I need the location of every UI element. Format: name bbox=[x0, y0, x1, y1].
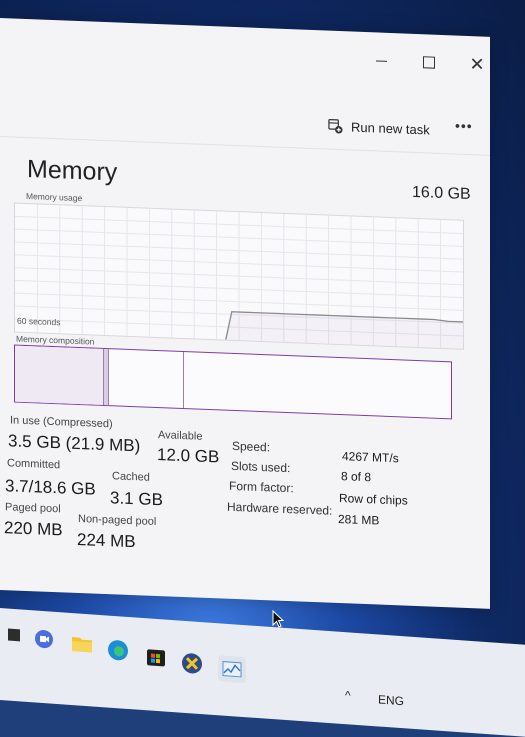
cached-label: Cached bbox=[112, 470, 150, 483]
available-value: 12.0 GB bbox=[157, 445, 219, 467]
maximize-button[interactable] bbox=[408, 46, 450, 80]
memory-usage-label: Memory usage bbox=[26, 191, 82, 203]
run-new-task-label: Run new task bbox=[351, 119, 430, 137]
hardware-reserved-value: 281 MB bbox=[338, 512, 379, 528]
run-task-icon bbox=[328, 118, 343, 134]
mouse-cursor-icon bbox=[272, 610, 286, 630]
maximize-icon bbox=[423, 56, 435, 68]
form-factor-value: Row of chips bbox=[339, 491, 408, 508]
speed-label: Speed: bbox=[232, 439, 270, 454]
edge-icon[interactable] bbox=[106, 637, 130, 663]
close-icon: ✕ bbox=[469, 54, 484, 76]
cached-value: 3.1 GB bbox=[110, 488, 163, 510]
close-button[interactable]: ✕ bbox=[456, 48, 498, 82]
in-use-value: 3.5 GB (21.9 MB) bbox=[8, 431, 140, 456]
file-explorer-icon[interactable] bbox=[70, 631, 94, 657]
speed-value: 4267 MT/s bbox=[342, 449, 399, 465]
task-manager-icon[interactable] bbox=[218, 655, 246, 683]
committed-label: Committed bbox=[7, 457, 60, 471]
meet-icon[interactable] bbox=[32, 626, 56, 652]
available-label: Available bbox=[158, 429, 202, 443]
more-options-button[interactable]: ••• bbox=[455, 117, 473, 134]
paged-pool-value: 220 MB bbox=[4, 518, 63, 540]
xbox-icon[interactable] bbox=[180, 651, 204, 677]
minimize-button[interactable] bbox=[360, 44, 402, 78]
store-icon[interactable] bbox=[144, 644, 168, 670]
slots-value: 8 of 8 bbox=[341, 469, 371, 484]
minimize-icon bbox=[376, 60, 387, 61]
command-bar: Run new task ••• bbox=[0, 98, 490, 151]
composition-in-use[interactable] bbox=[15, 346, 104, 405]
total-memory: 16.0 GB bbox=[412, 184, 471, 204]
composition-standby[interactable] bbox=[109, 349, 184, 408]
nonpaged-pool-value: 224 MB bbox=[77, 530, 136, 552]
usage-graph-svg bbox=[15, 204, 463, 349]
widgets-icon[interactable] bbox=[2, 622, 26, 648]
page-title: Memory bbox=[27, 155, 117, 187]
form-factor-label: Form factor: bbox=[229, 479, 294, 495]
nonpaged-pool-label: Non-paged pool bbox=[78, 513, 156, 528]
language-indicator[interactable]: ENG bbox=[378, 692, 404, 708]
task-manager-window: ✕ Run new task ••• Memory 16.0 GB Memory… bbox=[0, 18, 490, 609]
run-new-task-button[interactable]: Run new task bbox=[328, 113, 430, 143]
usage-area bbox=[226, 312, 463, 349]
slots-label: Slots used: bbox=[231, 459, 290, 475]
paged-pool-label: Paged pool bbox=[5, 501, 61, 515]
in-use-label: In use (Compressed) bbox=[10, 414, 113, 430]
memory-composition-bar[interactable] bbox=[14, 345, 452, 420]
hardware-reserved-label: Hardware reserved: bbox=[227, 500, 332, 518]
show-hidden-icons-chevron-icon[interactable]: ^ bbox=[345, 688, 351, 702]
time-span-label: 60 seconds bbox=[17, 316, 60, 328]
committed-value: 3.7/18.6 GB bbox=[5, 476, 96, 499]
memory-usage-graph bbox=[14, 203, 464, 350]
